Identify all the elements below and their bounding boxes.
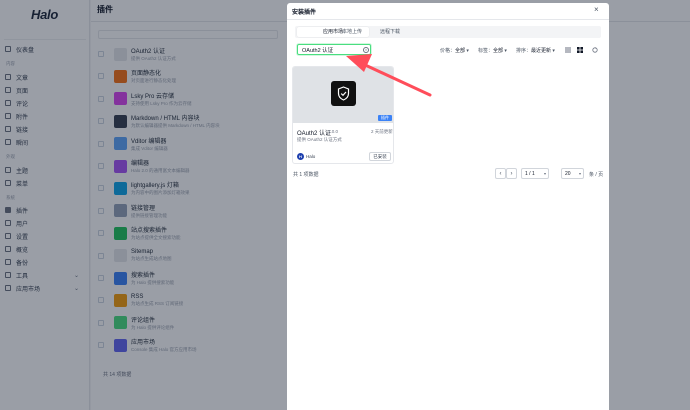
shield-icon xyxy=(337,86,350,101)
list-view-icon[interactable] xyxy=(565,47,571,53)
filter-sort[interactable]: 排序：最近更新 ▾ xyxy=(516,47,555,54)
chevron-down-icon: ▾ xyxy=(578,171,581,176)
chevron-down-icon: ▾ xyxy=(552,48,555,54)
modal-title: 安装插件 xyxy=(292,10,317,16)
clear-icon[interactable]: × xyxy=(363,47,369,53)
plugin-description: 提供 OAuth2 认证方式 xyxy=(297,137,342,142)
close-icon[interactable]: × xyxy=(594,5,599,14)
plugin-name: OAuth2 认证 xyxy=(297,131,332,137)
page-select[interactable]: 1 / 1 ▾ xyxy=(521,168,549,179)
grid-view-icon[interactable] xyxy=(577,47,583,53)
pagination-total: 共 1 项数据 xyxy=(293,172,319,178)
plugin-author[interactable]: Halo xyxy=(306,154,315,159)
tab-remote-download[interactable]: 远程下载 xyxy=(366,27,414,37)
plugin-logo xyxy=(331,81,356,106)
install-plugin-modal xyxy=(287,3,609,410)
author-avatar: H xyxy=(297,153,304,160)
page-size-select[interactable]: 20 ▾ xyxy=(561,168,584,179)
plugin-version: 1.0.0 xyxy=(328,129,339,134)
chevron-down-icon: ▾ xyxy=(543,171,546,176)
filter-tag[interactable]: 标签：全部 ▾ xyxy=(478,47,507,54)
chevron-down-icon: ▾ xyxy=(466,48,469,54)
modal-divider xyxy=(287,19,609,20)
plugin-cover: 插件 xyxy=(293,67,393,123)
prev-page-button[interactable]: ‹ xyxy=(495,168,506,179)
market-search-field[interactable]: × xyxy=(297,44,371,55)
filter-price[interactable]: 价格：全部 ▾ xyxy=(440,47,469,54)
page-size-label: 条 / 页 xyxy=(589,172,604,178)
plugin-card[interactable]: 插件 OAuth2 认证 1.0.0 2 天前更新 提供 OAuth2 认证方式… xyxy=(292,66,394,164)
refresh-icon[interactable] xyxy=(592,47,598,53)
plugin-type-badge: 插件 xyxy=(378,115,392,121)
market-search-input[interactable] xyxy=(302,46,358,54)
next-page-button[interactable]: › xyxy=(506,168,517,179)
chevron-down-icon: ▾ xyxy=(504,48,507,54)
installed-button[interactable]: 已安装 xyxy=(369,152,391,161)
plugin-updated: 2 天前更新 xyxy=(371,129,393,134)
